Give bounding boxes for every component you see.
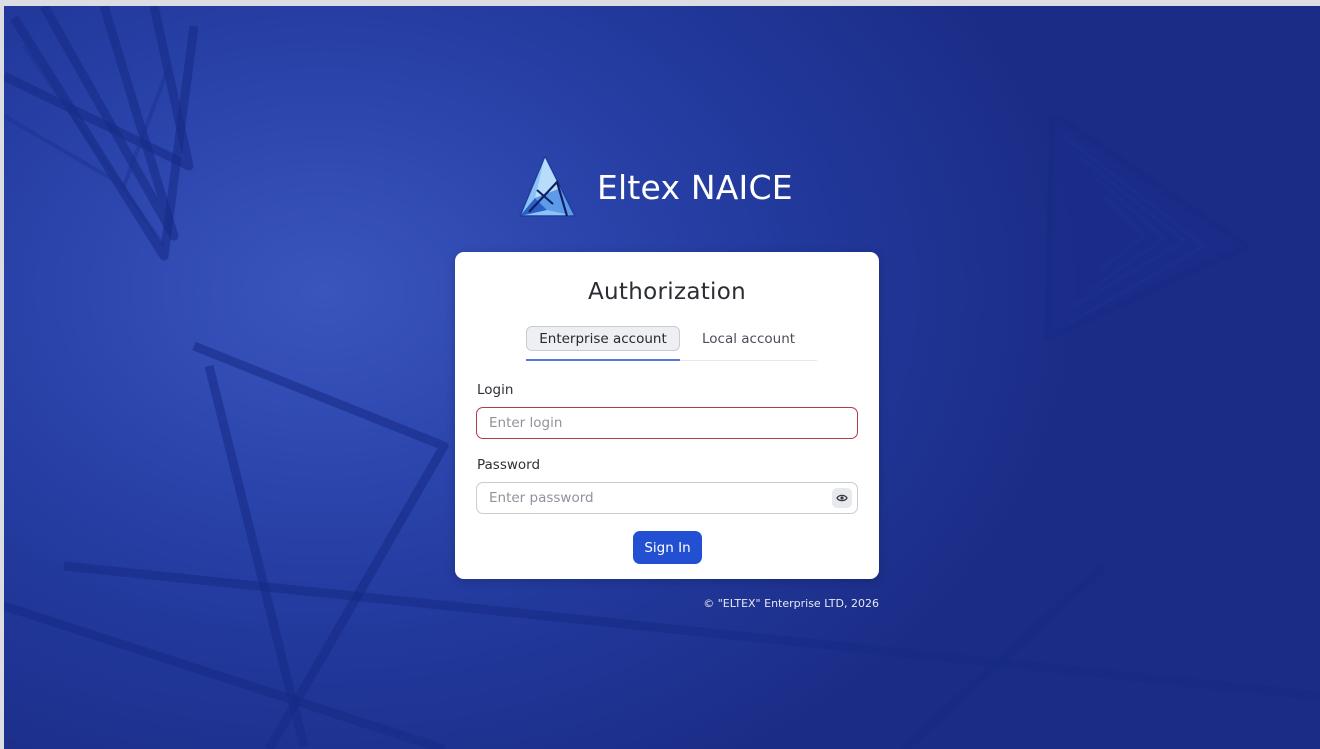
eye-icon [836,494,848,502]
copyright-text: © "ELTEX" Enterprise LTD, 2026 [703,597,879,610]
password-label: Password [477,457,541,473]
account-type-tabs: Enterprise account Local account [526,322,817,361]
eltex-triangle-logo-icon [518,155,577,217]
browser-viewport: Eltex NAICE Authorization Enterprise acc… [0,0,1320,749]
active-tab-indicator [526,359,680,361]
login-page-background: Eltex NAICE Authorization Enterprise acc… [4,6,1320,749]
page-title: Authorization [588,279,746,305]
sign-in-button[interactable]: Sign In [633,531,702,564]
login-label: Login [477,382,514,398]
login-input[interactable] [476,407,858,439]
authorization-card: Authorization Enterprise account Local a… [455,252,879,579]
brand-header: Eltex NAICE [517,154,793,220]
show-password-button[interactable] [832,488,852,508]
tab-enterprise-account[interactable]: Enterprise account [526,326,680,351]
tab-local-account[interactable]: Local account [702,326,802,351]
brand-name: Eltex NAICE [597,167,793,207]
password-input[interactable] [476,482,858,514]
